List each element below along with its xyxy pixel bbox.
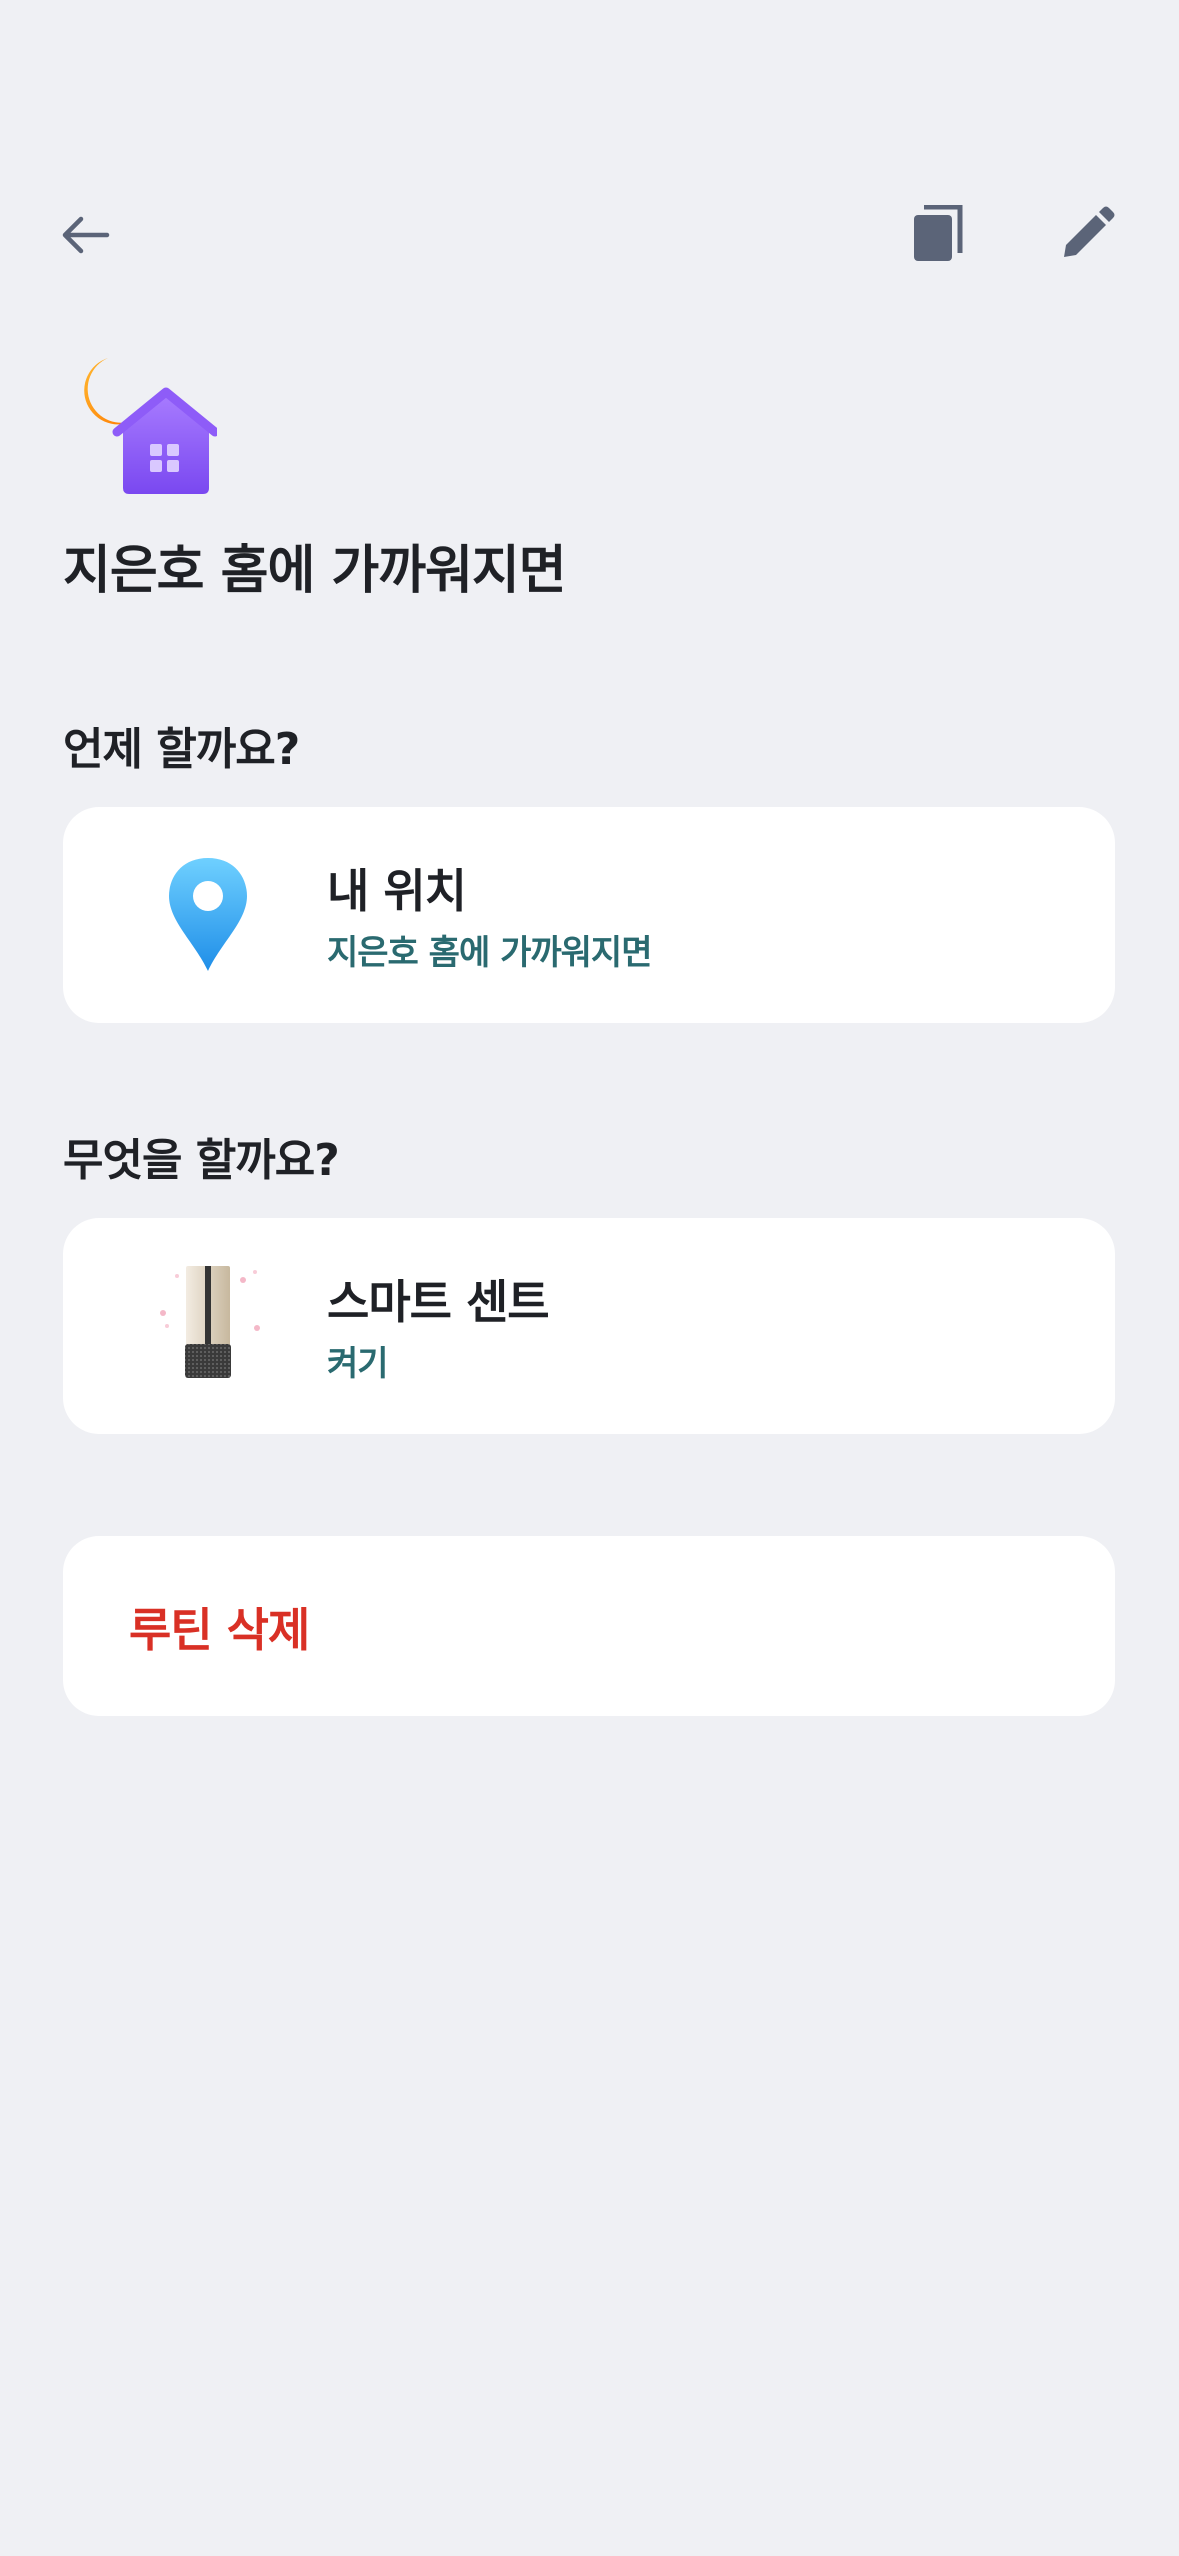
delete-routine-button[interactable]: 루틴 삭제 [63, 1536, 1115, 1716]
condition-card[interactable]: 내 위치 지은호 홈에 가까워지면 [63, 807, 1115, 1023]
arrow-left-icon [62, 216, 110, 254]
pencil-icon [1064, 206, 1115, 257]
when-section-label: 언제 할까요? [63, 724, 300, 775]
smart-scent-device-icon [143, 1258, 273, 1388]
action-title: 스마트 센트 [327, 1275, 550, 1329]
action-card[interactable]: 스마트 센트 켜기 [63, 1218, 1115, 1434]
delete-routine-label: 루틴 삭제 [129, 1603, 310, 1657]
routine-title: 지은호 홈에 가까워지면 [63, 541, 567, 601]
back-button[interactable] [40, 190, 130, 280]
condition-title: 내 위치 [327, 864, 467, 918]
condition-subtitle: 지은호 홈에 가까워지면 [327, 933, 652, 973]
edit-button[interactable] [1041, 190, 1131, 280]
moon-and-house-icon [63, 350, 220, 500]
copy-icon [914, 205, 963, 261]
copy-button[interactable] [892, 190, 982, 280]
top-bar [0, 190, 1179, 280]
what-section-label: 무엇을 할까요? [63, 1135, 340, 1186]
location-pin-icon [143, 853, 273, 983]
action-subtitle: 켜기 [327, 1344, 389, 1384]
